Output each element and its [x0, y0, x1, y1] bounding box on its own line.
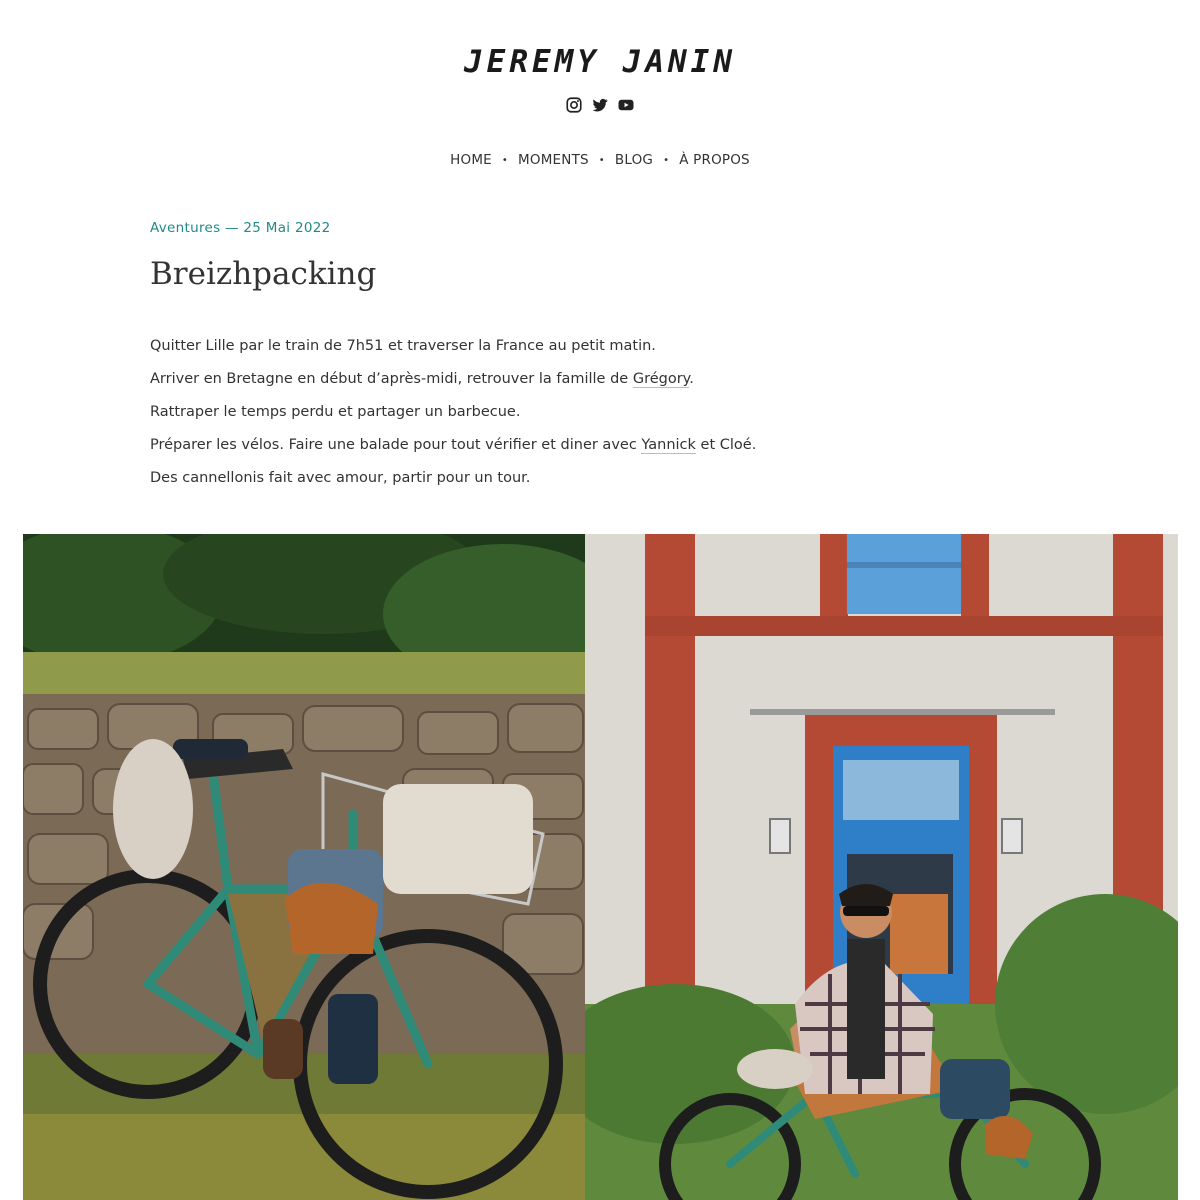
main-nav: HOME • MOMENTS • BLOG • À PROPOS [0, 152, 1200, 168]
paragraph-text: et Cloé. [695, 437, 757, 453]
nav-item-a-propos[interactable]: À PROPOS [679, 152, 750, 168]
post-meta[interactable]: Aventures — 25 Mai 2022 [150, 220, 331, 236]
photo-bike-stone-wall[interactable] [23, 534, 585, 1200]
post-paragraph: Quitter Lille par le train de 7h51 et tr… [150, 335, 950, 368]
youtube-icon[interactable] [617, 96, 635, 114]
paragraph-text: Préparer les vélos. Faire une balade pou… [150, 437, 642, 453]
photo-gallery [23, 534, 1178, 1200]
post-body: Quitter Lille par le train de 7h51 et tr… [150, 335, 950, 500]
paragraph-text: Rattraper le temps perdu et partager un … [150, 404, 521, 420]
post-paragraph: Des cannellonis fait avec amour, partir … [150, 467, 950, 500]
nav-item-blog[interactable]: BLOG [615, 152, 653, 168]
paragraph-text: Arriver en Bretagne en début d’après-mid… [150, 371, 633, 387]
nav-item-moments[interactable]: MOMENTS [518, 152, 589, 168]
post-paragraph: Arriver en Bretagne en début d’après-mid… [150, 368, 950, 401]
post-paragraph: Préparer les vélos. Faire une balade pou… [150, 434, 950, 467]
paragraph-text: . [689, 371, 694, 387]
social-links [0, 96, 1200, 114]
link-yannick[interactable]: Yannick [641, 437, 696, 454]
paragraph-text: Quitter Lille par le train de 7h51 et tr… [150, 338, 656, 354]
nav-item-home[interactable]: HOME [450, 152, 492, 168]
instagram-icon[interactable] [565, 96, 583, 114]
nav-separator: • [663, 154, 670, 166]
nav-separator: • [598, 154, 605, 166]
link-gregory[interactable]: Grégory [632, 371, 690, 388]
nav-separator: • [501, 154, 509, 166]
twitter-icon[interactable] [591, 96, 609, 114]
photo-man-with-bike[interactable] [585, 534, 1178, 1200]
paragraph-text: Des cannellonis fait avec amour, partir … [150, 470, 531, 486]
post-paragraph: Rattraper le temps perdu et partager un … [150, 401, 950, 434]
post-title: Breizhpacking [150, 256, 377, 292]
site-title[interactable]: JEREMY JANIN [0, 44, 1200, 80]
